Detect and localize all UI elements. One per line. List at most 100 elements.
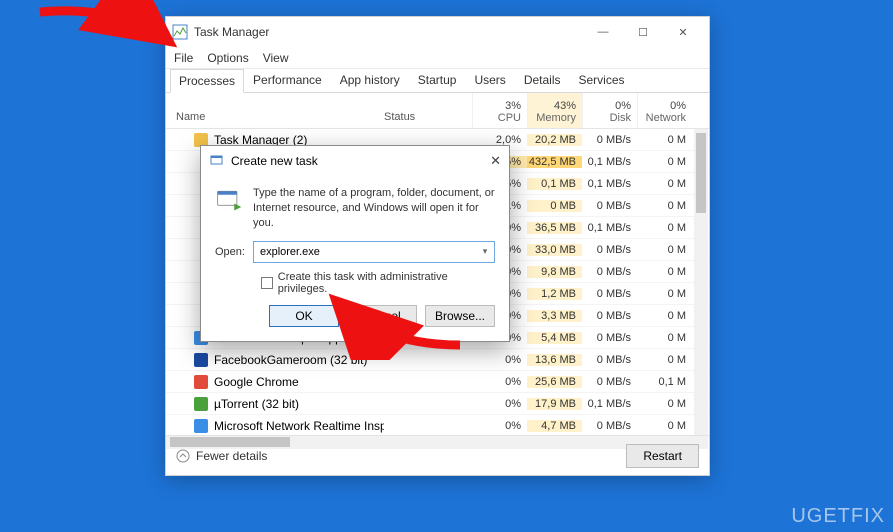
titlebar[interactable]: Task Manager — ☐ ✕ xyxy=(166,17,709,47)
open-label: Open: xyxy=(215,246,245,258)
disk-cell: 0 MB/s xyxy=(582,354,637,366)
memory-cell: 13,6 MB xyxy=(527,354,582,366)
memory-cell: 432,5 MB xyxy=(527,156,582,168)
disk-cell: 0 MB/s xyxy=(582,266,637,278)
disk-cell: 0 MB/s xyxy=(582,332,637,344)
col-name[interactable]: Name xyxy=(166,93,384,128)
memory-cell: 1,2 MB xyxy=(527,288,582,300)
grid-header[interactable]: Name Status 3%CPU 43%Memory 0%Disk 0%Net… xyxy=(166,93,709,129)
cpu-cell: 0% xyxy=(472,376,527,388)
menubar: File Options View xyxy=(166,47,709,69)
open-input[interactable] xyxy=(254,246,476,258)
tab-startup[interactable]: Startup xyxy=(409,68,466,92)
disk-cell: 0,1 MB/s xyxy=(582,222,637,234)
network-cell: 0 M xyxy=(637,244,692,256)
network-cell: 0 M xyxy=(637,332,692,344)
dialog-title: Create new task xyxy=(231,154,490,168)
browse-button[interactable]: Browse... xyxy=(425,305,495,327)
process-icon xyxy=(194,419,208,433)
process-name: FacebookGameroom (32 bit) xyxy=(166,353,384,367)
memory-cell: 9,8 MB xyxy=(527,266,582,278)
memory-cell: 0 MB xyxy=(527,200,582,212)
open-combobox[interactable]: ▾ xyxy=(253,241,495,263)
network-cell: 0 M xyxy=(637,156,692,168)
menu-file[interactable]: File xyxy=(174,51,193,65)
disk-cell: 0,1 MB/s xyxy=(582,398,637,410)
cpu-cell: 0% xyxy=(472,398,527,410)
network-cell: 0 M xyxy=(637,200,692,212)
restart-button[interactable]: Restart xyxy=(626,444,699,468)
close-button[interactable]: ✕ xyxy=(663,17,703,47)
disk-cell: 0 MB/s xyxy=(582,310,637,322)
table-row[interactable]: µTorrent (32 bit)0%17,9 MB0,1 MB/s0 M xyxy=(166,393,709,415)
table-row[interactable]: Microsoft Network Realtime Inspectio... 0… xyxy=(166,415,709,437)
cpu-cell: 0% xyxy=(472,420,527,432)
network-cell: 0 M xyxy=(637,266,692,278)
process-icon xyxy=(194,375,208,389)
tab-details[interactable]: Details xyxy=(515,68,570,92)
tab-users[interactable]: Users xyxy=(465,68,514,92)
table-row[interactable]: Google Chrome 0%25,6 MB0 MB/s0,1 M xyxy=(166,371,709,393)
network-cell: 0 M xyxy=(637,288,692,300)
fewer-details-toggle[interactable]: Fewer details xyxy=(176,449,267,463)
network-cell: 0 M xyxy=(637,134,692,146)
memory-cell: 17,9 MB xyxy=(527,398,582,410)
disk-cell: 0 MB/s xyxy=(582,420,637,432)
cpu-cell: 2,0% xyxy=(472,134,527,146)
cpu-cell: 0% xyxy=(472,354,527,366)
memory-cell: 25,6 MB xyxy=(527,376,582,388)
task-manager-icon xyxy=(172,24,188,40)
memory-cell: 3,3 MB xyxy=(527,310,582,322)
maximize-button[interactable]: ☐ xyxy=(623,17,663,47)
table-row[interactable]: FacebookGameroom (32 bit) 0%13,6 MB0 MB/s… xyxy=(166,349,709,371)
chevron-up-icon xyxy=(176,449,190,463)
disk-cell: 0,1 MB/s xyxy=(582,178,637,190)
admin-checkbox[interactable] xyxy=(261,277,273,289)
process-name: Google Chrome xyxy=(166,375,384,389)
dialog-titlebar[interactable]: Create new task ✕ xyxy=(201,146,509,176)
minimize-button[interactable]: — xyxy=(583,17,623,47)
admin-checkbox-row[interactable]: Create this task with administrative pri… xyxy=(261,271,495,295)
menu-options[interactable]: Options xyxy=(207,51,248,65)
col-memory[interactable]: 43%Memory xyxy=(527,93,582,128)
disk-cell: 0,1 MB/s xyxy=(582,156,637,168)
process-icon xyxy=(194,397,208,411)
network-cell: 0,1 M xyxy=(637,376,692,388)
tab-processes[interactable]: Processes xyxy=(170,69,244,93)
cancel-button[interactable]: Cancel xyxy=(347,305,417,327)
tab-app-history[interactable]: App history xyxy=(331,68,409,92)
disk-cell: 0 MB/s xyxy=(582,200,637,212)
window-title: Task Manager xyxy=(194,25,583,39)
disk-cell: 0 MB/s xyxy=(582,376,637,388)
col-network[interactable]: 0%Network xyxy=(637,93,692,128)
col-cpu[interactable]: 3%CPU xyxy=(472,93,527,128)
network-cell: 0 M xyxy=(637,222,692,234)
chevron-down-icon[interactable]: ▾ xyxy=(476,246,494,257)
col-status[interactable]: Status xyxy=(384,93,472,128)
network-cell: 0 M xyxy=(637,354,692,366)
memory-cell: 20,2 MB xyxy=(527,134,582,146)
memory-cell: 5,4 MB xyxy=(527,332,582,344)
tab-services[interactable]: Services xyxy=(570,68,634,92)
disk-cell: 0 MB/s xyxy=(582,134,637,146)
tab-performance[interactable]: Performance xyxy=(244,68,331,92)
footer: Fewer details Restart xyxy=(166,435,709,475)
col-disk[interactable]: 0%Disk xyxy=(582,93,637,128)
dialog-close-button[interactable]: ✕ xyxy=(490,153,501,169)
ok-button[interactable]: OK xyxy=(269,305,339,327)
process-icon xyxy=(194,353,208,367)
memory-cell: 36,5 MB xyxy=(527,222,582,234)
tabs: Processes Performance App history Startu… xyxy=(166,69,709,93)
watermark: UGETFIX xyxy=(791,505,885,528)
run-large-icon xyxy=(215,186,243,214)
network-cell: 0 M xyxy=(637,420,692,432)
create-new-task-dialog: Create new task ✕ Type the name of a pro… xyxy=(200,145,510,342)
disk-cell: 0 MB/s xyxy=(582,288,637,300)
process-name: Microsoft Network Realtime Inspectio... xyxy=(166,419,384,433)
disk-cell: 0 MB/s xyxy=(582,244,637,256)
admin-checkbox-label: Create this task with administrative pri… xyxy=(278,271,495,295)
menu-view[interactable]: View xyxy=(263,51,289,65)
vertical-scrollbar[interactable] xyxy=(694,129,708,449)
memory-cell: 33,0 MB xyxy=(527,244,582,256)
memory-cell: 4,7 MB xyxy=(527,420,582,432)
